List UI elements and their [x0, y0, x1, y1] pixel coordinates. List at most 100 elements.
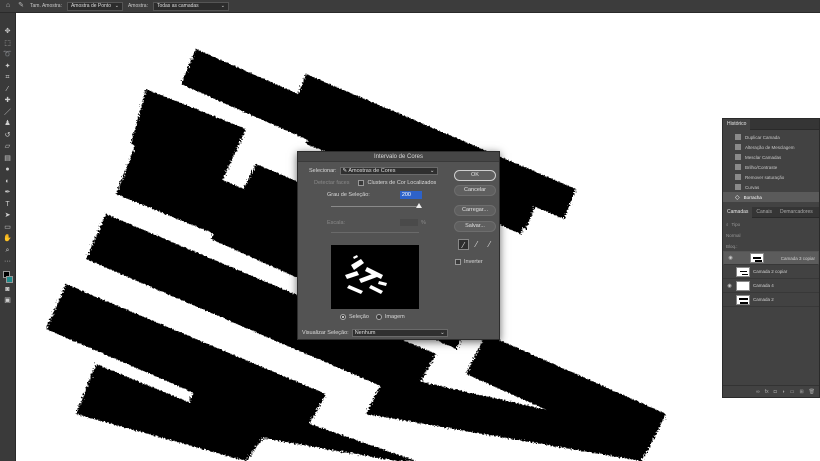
rectangle-icon[interactable]: ▭ — [3, 223, 13, 233]
search-icon: ⌕ — [726, 221, 729, 227]
history-item[interactable]: Mesclar Camadas — [723, 152, 819, 162]
mask-icon[interactable]: ◘ — [774, 389, 777, 395]
eyedropper-minus-icon[interactable]: ⁄ — [484, 239, 495, 250]
fuzziness-input[interactable]: 200 — [399, 191, 422, 199]
tools-panel: ✥ ⬚ ➰ ✦ ⌗ ⁄ ✚ ／ ♟ ↺ ▱ ▤ ● ◐ ✒ T ➤ ▭ ✋ ⌕ … — [0, 13, 16, 461]
fuzziness-slider-track[interactable] — [331, 206, 419, 207]
selection-radio[interactable] — [340, 314, 346, 320]
link-icon[interactable]: ∞ — [756, 389, 760, 395]
localized-clusters-label: Clusters de Cor Localizados — [367, 180, 437, 186]
lock-label: Bloq.: — [726, 243, 738, 249]
preview-label: Visualizar Seleção: — [302, 330, 349, 336]
detect-faces-label: Detectar faces — [314, 180, 350, 186]
layer-row[interactable]: Camada 2 copiar — [723, 265, 819, 279]
color-swatches[interactable] — [2, 270, 13, 283]
eye-icon[interactable]: ◉ — [727, 255, 734, 262]
tab-channels[interactable]: Canais — [752, 207, 776, 218]
tab-layers[interactable]: Camadas — [723, 206, 753, 218]
new-layer-icon[interactable]: ⊞ — [799, 389, 803, 395]
history-state-icon — [735, 174, 741, 180]
history-item[interactable]: Remover saturação — [723, 172, 819, 182]
adjustment-icon[interactable]: ◑ — [782, 389, 785, 395]
range-input[interactable] — [400, 219, 419, 226]
gradient-icon[interactable]: ▤ — [3, 154, 13, 164]
healing-icon[interactable]: ✚ — [3, 96, 13, 106]
layer-row[interactable]: Camada 2 — [723, 293, 819, 307]
tab-history[interactable]: Histórico — [723, 118, 751, 130]
right-panel: Histórico Duplicar Camada Alteração de M… — [722, 118, 820, 398]
history-item[interactable]: Brilho/Contraste — [723, 162, 819, 172]
fx-icon[interactable]: fx — [765, 389, 769, 395]
layer-name: Camada 2 — [753, 297, 774, 302]
screen-mode-icon[interactable]: ▣ — [3, 296, 13, 306]
chevron-down-icon: ⌄ — [440, 330, 445, 336]
save-button[interactable]: Salvar... — [454, 221, 496, 232]
selection-radio-label: Seleção — [349, 314, 369, 320]
layer-thumbnail — [736, 280, 750, 291]
eraser-icon: ◇ — [735, 194, 740, 201]
blur-icon[interactable]: ● — [3, 165, 13, 175]
layers-tabs: Camadas Canais Demarcadores — [723, 206, 819, 218]
range-slider-track[interactable] — [331, 232, 419, 233]
hand-icon[interactable]: ✋ — [3, 234, 13, 244]
folder-icon[interactable]: ▭ — [790, 389, 795, 395]
eyedropper-icon[interactable]: ⁄ — [458, 239, 469, 250]
pen-icon[interactable]: ✒ — [3, 188, 13, 198]
chevron-down-icon: ⌄ — [429, 168, 435, 174]
quick-select-icon[interactable]: ✦ — [3, 62, 13, 72]
cancel-button[interactable]: Cancelar — [454, 185, 496, 196]
eyedropper-icon[interactable]: ⁄ — [3, 85, 13, 95]
fuzziness-slider-thumb[interactable] — [416, 203, 422, 208]
invert-checkbox[interactable] — [455, 259, 461, 265]
history-item-current[interactable]: ◇ Borracha — [723, 192, 819, 202]
history-item[interactable]: Alteração de Mesclagem — [723, 142, 819, 152]
layer-row[interactable]: ◉ Camada 3 copiar — [723, 251, 819, 265]
tab-paths[interactable]: Demarcadores — [776, 207, 817, 218]
more-icon[interactable]: ··· — [3, 257, 13, 267]
sample-size-select[interactable]: Amostra de Ponto ⌄ — [66, 1, 123, 11]
path-select-icon[interactable]: ➤ — [3, 211, 13, 221]
eyedropper-plus-icon[interactable]: ⁄ — [471, 239, 482, 250]
eraser-icon[interactable]: ▱ — [3, 142, 13, 152]
preview-select[interactable]: Nenhum ⌄ — [351, 329, 448, 337]
layer-thumbnail — [736, 266, 750, 277]
select-dropdown[interactable]: ✎ Amostras de Cores ⌄ — [339, 167, 438, 175]
zoom-icon[interactable]: ⌕ — [3, 246, 13, 256]
marquee-icon[interactable]: ⬚ — [3, 39, 13, 49]
layer-row[interactable]: ◉ Camada 4 — [723, 279, 819, 293]
dialog-title: Intervalo de Cores — [298, 152, 499, 162]
ok-button[interactable]: OK — [454, 170, 496, 181]
load-button[interactable]: Carregar... — [454, 205, 496, 216]
history-item[interactable]: Duplicar Camada — [723, 132, 819, 142]
move-icon[interactable]: ✥ — [3, 27, 13, 37]
layer-thumbnail — [736, 294, 750, 305]
history-item[interactable]: Curvas — [723, 182, 819, 192]
sample-select[interactable]: Todas as camadas ⌄ — [152, 1, 229, 11]
brush-icon[interactable]: ／ — [3, 108, 13, 118]
history-brush-icon[interactable]: ↺ — [3, 131, 13, 141]
history-state-icon — [735, 134, 741, 140]
eyedropper-tool-icon[interactable]: ✎ — [17, 2, 25, 10]
crop-icon[interactable]: ⌗ — [3, 73, 13, 83]
type-icon[interactable]: T — [3, 200, 13, 210]
sampled-colors-eyedropper-icon: ✎ — [342, 168, 348, 174]
range-label: Escala: — [327, 219, 346, 226]
history-list: Duplicar Camada Alteração de Mesclagem M… — [723, 130, 819, 202]
background-color[interactable] — [5, 275, 13, 283]
localized-clusters-checkbox[interactable] — [358, 180, 365, 186]
lasso-icon[interactable]: ➰ — [3, 50, 13, 60]
image-radio[interactable] — [375, 314, 382, 320]
home-icon[interactable]: ⌂ — [4, 2, 12, 10]
sample-label: Amostra: — [127, 3, 148, 9]
sample-size-label: Tam. Amostra: — [30, 3, 62, 9]
chevron-down-icon: ⌄ — [220, 2, 225, 9]
blend-mode-select[interactable]: Normal — [726, 233, 741, 238]
dodge-icon[interactable]: ◐ — [3, 177, 13, 187]
trash-icon[interactable]: 🗑 — [809, 389, 815, 395]
layers-footer: ∞ fx ◘ ◑ ▭ ⊞ 🗑 — [723, 385, 819, 397]
layer-kind-filter[interactable]: Tipo — [732, 222, 741, 227]
stamp-icon[interactable]: ♟ — [3, 119, 13, 129]
layer-name: Camada 3 copiar — [780, 255, 815, 261]
quick-mask-icon[interactable]: ◙ — [3, 285, 13, 295]
eye-icon[interactable]: ◉ — [726, 283, 733, 289]
